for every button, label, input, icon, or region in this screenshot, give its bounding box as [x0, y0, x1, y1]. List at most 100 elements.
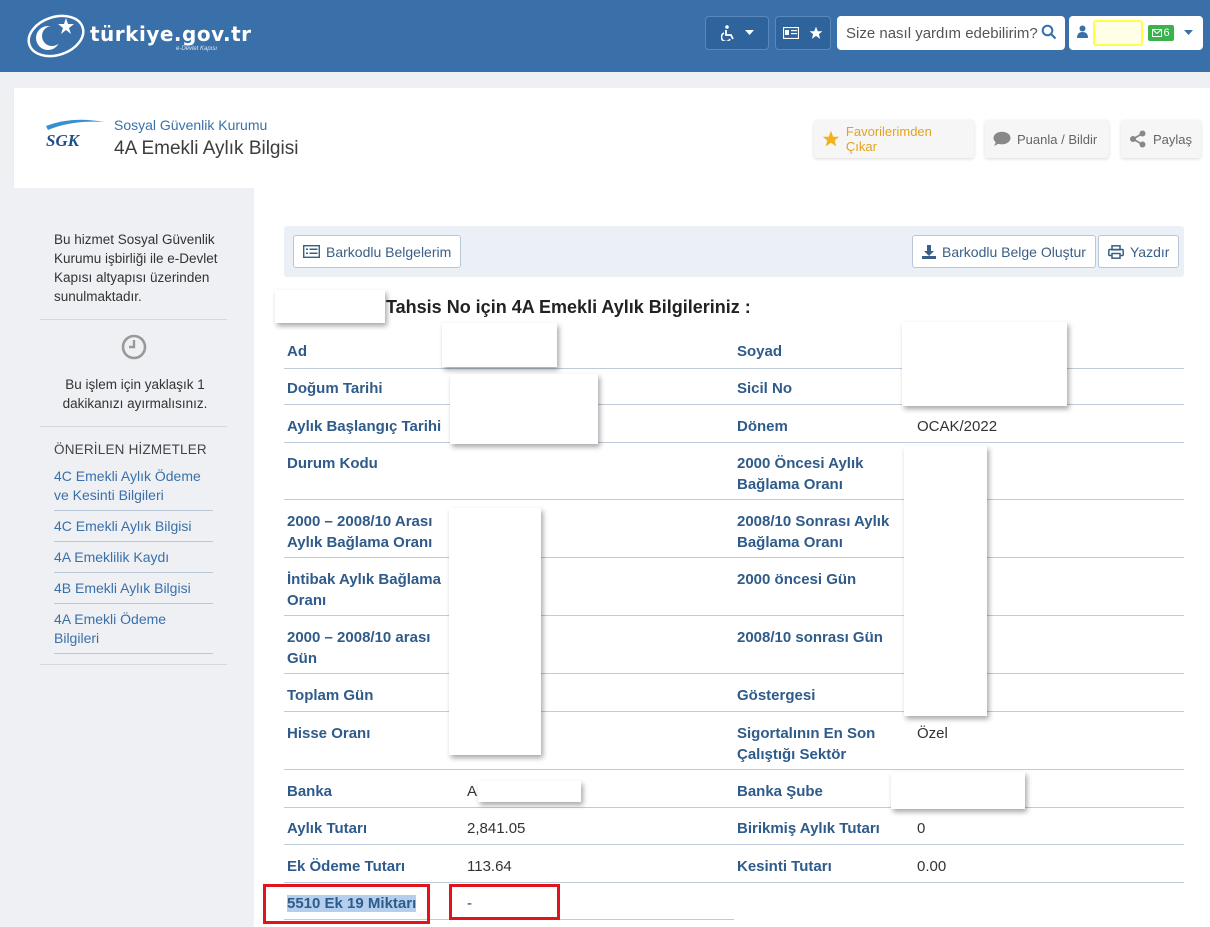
service-header: SGK Sosyal Güvenlik Kurumu 4A Emekli Ayl…: [14, 88, 1210, 188]
printer-icon: [1108, 244, 1124, 259]
label-pre-2000-days: 2000 öncesi Gün: [737, 571, 857, 588]
label-monthly-amount: Aylık Tutarı: [287, 820, 368, 837]
rate-report-label: Puanla / Bildir: [1017, 131, 1098, 147]
star-icon: [822, 130, 840, 147]
value-extra-payment: 113.64: [467, 858, 512, 875]
value-accumulated-amount: 0: [917, 820, 926, 837]
create-barcoded-document-label: Barkodlu Belge Oluştur: [942, 243, 1086, 260]
page-title: 4A Emekli Aylık Bilgisi: [114, 138, 299, 159]
sidebar-link-4c-pension-info[interactable]: 4C Emekli Aylık Bilgisi: [54, 516, 213, 542]
search-input[interactable]: [846, 16, 1038, 50]
chevron-down-icon: [1184, 30, 1193, 35]
label-bank: Banka: [287, 783, 333, 800]
crescent-star-icon: [27, 14, 85, 58]
sidebar-link-4a-payment-info[interactable]: 4A Emekli Ödeme Bilgileri: [54, 609, 213, 654]
download-icon: [922, 244, 936, 259]
chevron-down-icon: [744, 30, 754, 35]
label-extra-payment: Ek Ödeme Tutarı: [287, 858, 406, 875]
search-box: [837, 16, 1065, 50]
redaction-tahsis-no: [275, 290, 385, 323]
sgk-logo: SGK: [46, 119, 104, 150]
label-surname: Soyad: [737, 343, 783, 360]
sidebar-link-4a-retirement-record[interactable]: 4A Emeklilik Kaydı: [54, 547, 213, 573]
value-period: OCAK/2022: [917, 418, 998, 435]
service-info-text: Bu hizmet Sosyal Güvenlik Kurumu işbirli…: [54, 232, 218, 304]
label-2000-2008-rate: 2000 – 2008/10 Arası Aylık Bağlama Oranı: [287, 513, 433, 551]
user-menu-button[interactable]: 6: [1069, 16, 1203, 50]
highlight-box-value: [449, 884, 560, 920]
label-period: Dönem: [737, 418, 788, 435]
row-divider: [284, 882, 734, 883]
value-deduction-amount: 0.00: [917, 858, 947, 875]
label-first-name: Ad: [287, 343, 307, 360]
sidebar-link-4c-payment-deduction[interactable]: 4C Emekli Aylık Ödeme ve Kesinti Bilgile…: [54, 466, 213, 511]
time-estimate-text: Bu işlem için yaklaşık 1 dakikanızı ayır…: [62, 377, 208, 411]
section-title: Tahsis No için 4A Emekli Aylık Bilgileri…: [386, 297, 751, 317]
row-divider: [284, 769, 734, 770]
share-button[interactable]: Paylaş: [1121, 120, 1201, 158]
row-divider: [284, 807, 734, 808]
sidebar-divider: [40, 664, 227, 665]
redaction-dates: [450, 374, 598, 444]
remove-favorite-button[interactable]: Favorilerimden Çıkar: [814, 120, 974, 158]
label-accumulated-amount: Birikmiş Aylık Tutarı: [737, 820, 880, 837]
label-adjustment-rate: İntibak Aylık Bağlama Oranı: [287, 571, 441, 609]
label-status-code: Durum Kodu: [287, 455, 378, 472]
label-share-ratio: Hisse Oranı: [287, 725, 371, 742]
star-icon: [809, 26, 823, 39]
label-post-2008-rate: 2008/10 Sonrası Aylık Bağlama Oranı: [737, 513, 890, 551]
label-bank-branch: Banka Şube: [737, 783, 823, 800]
recommended-services-list: 4C Emekli Aylık Ödeme ve Kesinti Bilgile…: [54, 466, 213, 659]
label-pre-2000-rate: 2000 Öncesi Aylık Bağlama Oranı: [737, 455, 864, 493]
turkiye-gov-logo[interactable]: türkiye.gov.tr e-Devlet Kapısı: [26, 10, 251, 58]
label-birth-date: Doğum Tarihi: [287, 380, 383, 397]
share-icon: [1130, 130, 1146, 148]
redaction-left-values: [449, 508, 541, 755]
wheelchair-icon: [720, 25, 734, 41]
redaction-surname-registry: [902, 322, 1067, 406]
id-card-icon: [783, 27, 799, 39]
label-pension-start-date: Aylık Başlangıç Tarihi: [287, 418, 442, 435]
main-content: Barkodlu Belgelerim Barkodlu Belge Oluşt…: [254, 188, 1210, 927]
redaction-right-values: [904, 446, 987, 716]
value-monthly-amount: 2,841.05: [467, 820, 526, 837]
speech-bubble-icon: [993, 131, 1011, 146]
sidebar: Bu hizmet Sosyal Güvenlik Kurumu işbirli…: [14, 188, 254, 927]
institution-name[interactable]: Sosyal Güvenlik Kurumu: [114, 117, 267, 133]
highlight-box-label: [263, 884, 430, 924]
clock-icon: [121, 334, 147, 360]
create-barcoded-document-button[interactable]: Barkodlu Belge Oluştur: [912, 235, 1096, 268]
search-icon[interactable]: [1041, 24, 1057, 40]
label-2000-2008-days: 2000 – 2008/10 arası Gün: [287, 629, 431, 667]
barcoded-documents-label: Barkodlu Belgelerim: [326, 243, 452, 260]
value-last-sector: Özel: [917, 725, 948, 742]
sidebar-link-4b-pension-info[interactable]: 4B Emekli Aylık Bilgisi: [54, 578, 213, 604]
label-total-days: Toplam Gün: [287, 687, 374, 704]
row-divider: [734, 769, 1184, 770]
redaction-bank-branch: [891, 772, 1025, 809]
svg-text:SGK: SGK: [46, 131, 81, 150]
accessibility-button[interactable]: [705, 16, 769, 50]
row-divider: [284, 499, 734, 500]
share-label: Paylaş: [1153, 131, 1193, 147]
row-divider: [284, 844, 734, 845]
logo-text: türkiye.gov.tr: [90, 22, 252, 46]
barcoded-documents-button[interactable]: Barkodlu Belgelerim: [293, 235, 462, 268]
rate-report-button[interactable]: Puanla / Bildir: [985, 120, 1109, 158]
row-divider: [734, 844, 1184, 845]
sidebar-divider: [40, 319, 227, 320]
print-button[interactable]: Yazdır: [1098, 235, 1180, 268]
user-name-redacted: [1093, 20, 1143, 46]
recommended-services-title: ÖNERİLEN HİZMETLER: [54, 442, 207, 457]
label-post-2008-days: 2008/10 sonrası Gün: [737, 629, 883, 646]
logo-subtitle: e-Devlet Kapısı: [176, 46, 218, 52]
redaction-first-name: [442, 323, 557, 367]
message-badge[interactable]: 6: [1148, 25, 1174, 41]
label-indicator: Göstergesi: [737, 687, 816, 704]
remove-favorite-label: Favorilerimden Çıkar: [845, 124, 932, 154]
document-toolbar: Barkodlu Belgelerim Barkodlu Belge Oluşt…: [284, 226, 1184, 277]
id-card-favorites-button[interactable]: [775, 16, 831, 50]
print-label: Yazdır: [1130, 243, 1170, 260]
redaction-bank: [478, 781, 581, 802]
message-count: 6: [1163, 27, 1170, 39]
